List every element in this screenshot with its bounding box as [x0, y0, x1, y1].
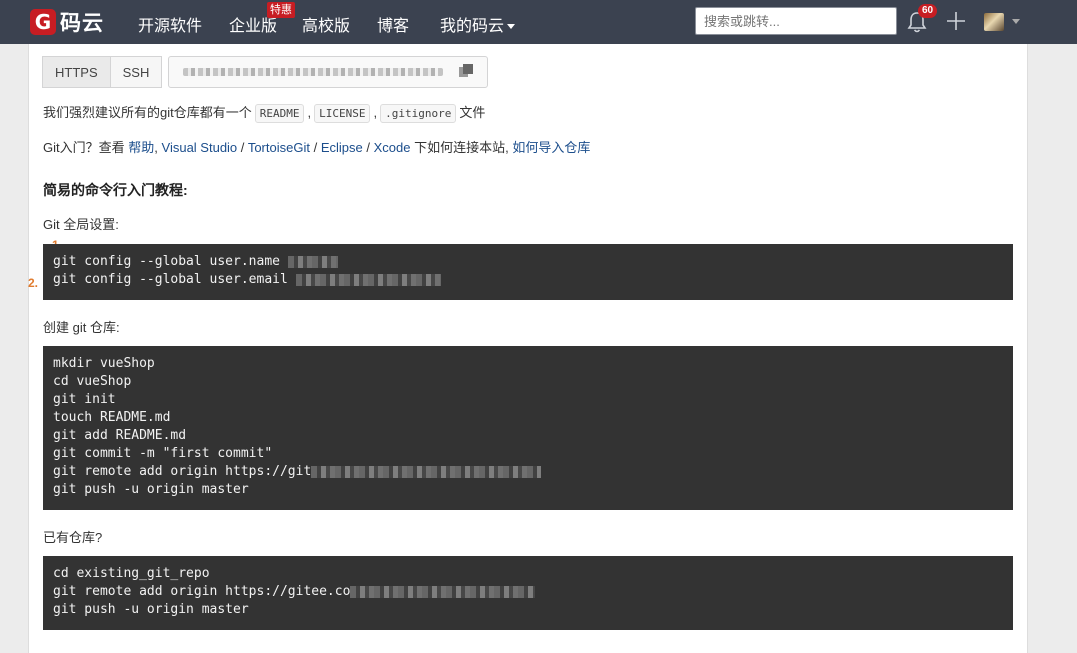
code-line: touch README.md	[53, 410, 171, 425]
create-repo-codeblock: mkdir vueShop cd vueShop git init touch …	[43, 346, 1013, 510]
recommend-files-text: 我们强烈建议所有的git仓库都有一个 README, LICENSE, .gitign…	[43, 102, 485, 123]
existing-repo-codeblock: cd existing_git_repo git remote add orig…	[43, 556, 1013, 630]
nav-open-source[interactable]: 开源软件	[138, 12, 202, 36]
help-link[interactable]: 帮助	[128, 140, 154, 155]
create-repo-label: 创建 git 仓库:	[43, 320, 120, 335]
import-repo-link[interactable]: 如何导入仓库	[512, 140, 590, 155]
code-line: cd vueShop	[53, 374, 132, 389]
gitee-logo[interactable]: G 码云	[30, 9, 104, 35]
avatar-chevron-down-icon[interactable]	[1012, 19, 1020, 24]
tutorial-title: 简易的命令行入门教程:	[43, 182, 188, 198]
notification-count-badge: 60	[918, 4, 938, 18]
code-line: git remote add origin https://gitee.co	[53, 583, 1003, 601]
step-marker-2: 2.	[28, 276, 39, 290]
promo-badge: 特惠	[267, 2, 295, 18]
gitignore-code: .gitignore	[380, 104, 457, 123]
ssh-button[interactable]: SSH	[110, 56, 163, 88]
code-line: git push -u origin master	[53, 482, 249, 497]
code-line: cd existing_git_repo	[53, 566, 210, 581]
logo-g-icon: G	[30, 9, 56, 35]
top-navbar: G 码云 开源软件 企业版 特惠 高校版 博客 我的码云 60	[0, 0, 1077, 44]
existing-repo-label: 已有仓库?	[43, 530, 103, 545]
redacted-url	[183, 68, 443, 76]
clone-protocol-toggle: HTTPS SSH	[42, 56, 163, 88]
chevron-down-icon	[507, 24, 516, 30]
global-config-codeblock: git config --global user.name git config…	[43, 244, 1013, 300]
code-line: git init	[53, 392, 116, 407]
clone-url-field[interactable]	[168, 56, 488, 88]
code-line: git config --global user.email	[53, 271, 1003, 289]
user-avatar[interactable]	[984, 13, 1004, 31]
code-line: git config --global user.name	[53, 253, 1003, 271]
search-input[interactable]	[695, 7, 897, 35]
nav-my-gitee[interactable]: 我的码云	[440, 12, 516, 36]
code-line: git push -u origin master	[53, 602, 249, 617]
visual-studio-link[interactable]: Visual Studio	[162, 140, 238, 155]
https-button[interactable]: HTTPS	[42, 56, 111, 88]
copy-icon[interactable]	[458, 64, 474, 78]
redacted-remote-url	[311, 465, 542, 478]
code-line: git add README.md	[53, 428, 187, 443]
global-settings-label: Git 全局设置:	[43, 217, 119, 232]
xcode-link[interactable]: Xcode	[374, 140, 411, 155]
code-line: git commit -m "first commit"	[53, 446, 273, 461]
nav-my-gitee-label: 我的码云	[440, 18, 505, 35]
redacted-username	[287, 255, 338, 268]
logo-text: 码云	[60, 12, 104, 35]
readme-code: README	[254, 104, 305, 123]
plus-icon[interactable]	[945, 10, 967, 32]
tortoisegit-link[interactable]: TortoiseGit	[248, 140, 310, 155]
code-line: git remote add origin https://git	[53, 463, 1003, 481]
license-code: LICENSE	[314, 104, 371, 123]
code-line: mkdir vueShop	[53, 356, 155, 371]
eclipse-link[interactable]: Eclipse	[321, 140, 363, 155]
nav-blog[interactable]: 博客	[377, 12, 409, 36]
redacted-email	[295, 273, 441, 286]
redacted-remote-url	[350, 585, 536, 598]
git-intro-text: Git入门？查看 帮助, Visual Studio / TortoiseGit…	[43, 140, 591, 155]
nav-education[interactable]: 高校版	[302, 12, 350, 36]
